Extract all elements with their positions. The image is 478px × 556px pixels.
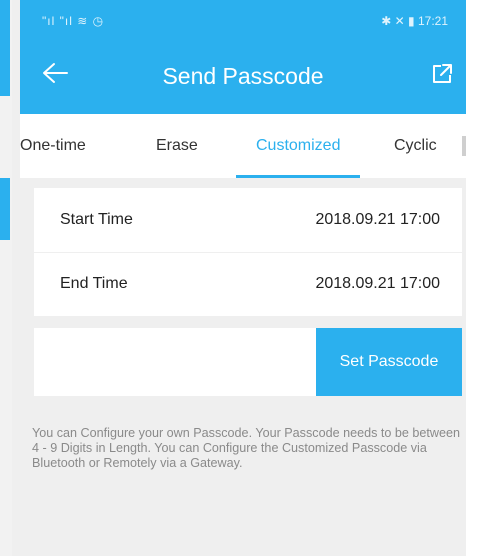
share-button[interactable]	[428, 60, 456, 88]
share-icon	[433, 64, 452, 83]
start-time-label: Start Time	[60, 211, 133, 228]
tab-scroll-edge	[462, 136, 466, 156]
tab-erase[interactable]: Erase	[156, 114, 198, 178]
tab-bar: One-time Erase Customized Cyclic	[20, 114, 466, 178]
status-bar: "ıl "ıl ≋ ◷ ✱ ✕ ▮ 17:21	[20, 0, 466, 40]
info-text: You can Configure your own Passcode. You…	[32, 426, 461, 470]
end-time-row[interactable]: End Time 2018.09.21 17:00	[34, 252, 462, 316]
tab-cyclic[interactable]: Cyclic	[394, 114, 437, 178]
app-header: "ıl "ıl ≋ ◷ ✱ ✕ ▮ 17:21 Send Passcode	[20, 0, 466, 114]
page-title: Send Passcode	[162, 63, 324, 89]
start-time-value: 2018.09.21 17:00	[315, 211, 440, 228]
tab-one-time[interactable]: One-time	[20, 114, 86, 178]
status-time: ✱ ✕ ▮ 17:21	[381, 14, 448, 28]
active-tab-indicator	[236, 175, 360, 178]
background-sliver-left	[0, 0, 12, 556]
set-passcode-button[interactable]: Set Passcode	[316, 328, 462, 396]
start-time-row[interactable]: Start Time 2018.09.21 17:00	[34, 188, 462, 252]
background-sliver-right	[466, 0, 478, 556]
passcode-input[interactable]	[34, 328, 316, 396]
status-signal-icons: "ıl "ıl ≋ ◷	[42, 14, 105, 28]
background-blue-block	[0, 0, 10, 96]
tab-customized[interactable]: Customized	[256, 114, 340, 178]
phone-screen: "ıl "ıl ≋ ◷ ✱ ✕ ▮ 17:21 Send Passcode On…	[20, 0, 466, 556]
time-settings-card: Start Time 2018.09.21 17:00 End Time 201…	[34, 188, 462, 316]
end-time-value: 2018.09.21 17:00	[315, 275, 440, 292]
passcode-row: Set Passcode	[34, 328, 462, 396]
end-time-label: End Time	[60, 275, 128, 292]
background-blue-block	[0, 178, 10, 240]
